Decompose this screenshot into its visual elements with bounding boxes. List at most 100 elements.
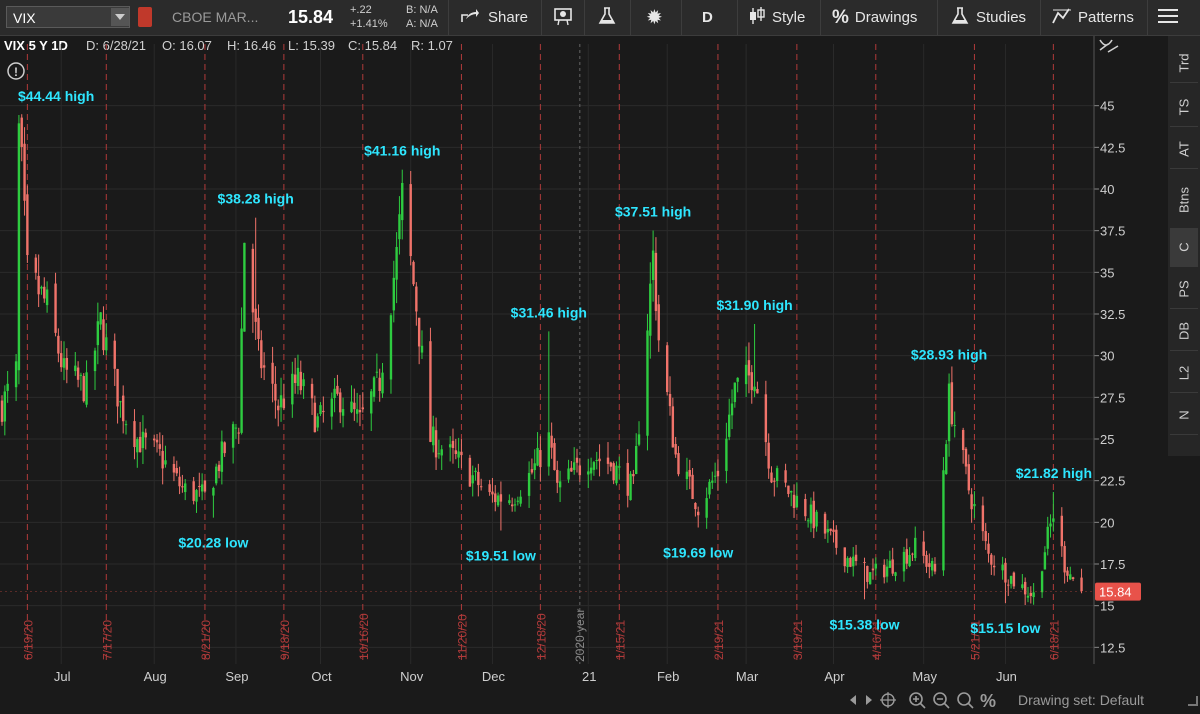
- toolbar-divider: [737, 0, 738, 35]
- symbol-description: CBOE MAR...: [172, 9, 259, 25]
- candle-body: [592, 462, 596, 470]
- x-tick-label: Aug: [144, 669, 167, 684]
- toolbar-divider: [1040, 0, 1041, 35]
- candle-body: [370, 391, 373, 414]
- candle-body: [471, 475, 474, 484]
- candle-body: [257, 317, 260, 340]
- studies-button[interactable]: Studies: [950, 0, 1026, 35]
- aggregation-button[interactable]: D: [702, 0, 713, 35]
- candle-body: [513, 504, 517, 506]
- candle-body: [527, 472, 531, 496]
- candle: [3, 385, 7, 436]
- candle: [457, 437, 460, 469]
- header-date: D: 6/28/21: [86, 38, 146, 53]
- candle: [942, 457, 945, 576]
- candle-body: [736, 377, 739, 382]
- y-tick-label: 17.5: [1100, 557, 1125, 572]
- settings-button[interactable]: ✹: [646, 0, 663, 35]
- candle: [744, 346, 748, 397]
- candle-body: [533, 463, 536, 471]
- flag-button[interactable]: [553, 0, 575, 35]
- flask-button[interactable]: [597, 0, 617, 35]
- right-sidebar: Trd TS AT Btns C PS DB L2 N: [1168, 36, 1200, 456]
- symbol-selector[interactable]: VIX: [6, 6, 130, 28]
- candle: [832, 520, 835, 543]
- candle: [105, 323, 108, 356]
- candle-body: [868, 572, 872, 585]
- sidebar-item-c[interactable]: C: [1170, 228, 1198, 267]
- drawings-button[interactable]: % Drawings: [832, 0, 917, 35]
- candle: [1021, 574, 1024, 590]
- candle: [587, 458, 590, 489]
- candle: [1060, 507, 1064, 557]
- sidebar-item-l2[interactable]: L2: [1170, 354, 1198, 393]
- candle: [536, 432, 539, 467]
- header-open: O: 16.07: [162, 38, 212, 53]
- style-button[interactable]: Style: [748, 0, 805, 35]
- resize-handle-icon[interactable]: [1188, 696, 1198, 706]
- zoom-out-icon[interactable]: [933, 692, 950, 709]
- annotation-low: $15.15 low: [970, 620, 1040, 636]
- flag-icon: [553, 6, 575, 30]
- candle: [558, 470, 562, 503]
- candle: [217, 460, 221, 479]
- sidebar-item-ts[interactable]: TS: [1170, 88, 1198, 127]
- candle: [113, 333, 116, 386]
- zoom-in-icon[interactable]: [909, 692, 926, 709]
- sidebar-item-n[interactable]: N: [1170, 396, 1198, 435]
- candle-body: [1071, 577, 1075, 580]
- candle: [508, 494, 511, 505]
- candle-body: [322, 410, 325, 413]
- candle: [417, 317, 421, 365]
- candle: [20, 114, 23, 162]
- candle-body: [491, 491, 494, 495]
- candle-body: [99, 312, 102, 325]
- candle: [254, 217, 257, 340]
- candle: [257, 304, 260, 351]
- sidebar-item-at[interactable]: AT: [1170, 130, 1198, 169]
- chart-svg[interactable]: VIX 5 Y 1D D: 6/28/21 O: 16.07 H: 16.46 L: 1…: [0, 36, 1168, 692]
- candle-body: [1080, 577, 1083, 592]
- candle-body: [381, 372, 384, 394]
- alert-flag-icon[interactable]: [138, 7, 152, 27]
- candle: [124, 420, 128, 435]
- candle-body: [654, 252, 658, 312]
- candle-body: [1049, 523, 1052, 527]
- chevron-down-icon[interactable]: [111, 8, 129, 26]
- crosshair-icon[interactable]: [880, 692, 896, 708]
- sidebar-item-db[interactable]: DB: [1170, 312, 1198, 351]
- sidebar-item-label: N: [1176, 410, 1192, 420]
- candle-body: [277, 405, 280, 411]
- percent-scale-icon[interactable]: %: [980, 691, 996, 711]
- scroll-right-icon[interactable]: [866, 695, 872, 705]
- alert-icon[interactable]: !: [7, 62, 25, 80]
- candle: [806, 518, 810, 528]
- share-button[interactable]: Share: [460, 0, 528, 35]
- candle: [14, 353, 18, 402]
- candle-body: [922, 541, 925, 556]
- candle-body: [863, 561, 866, 563]
- candle-body: [454, 450, 458, 454]
- sidebar-item-btns[interactable]: Btns: [1170, 172, 1198, 229]
- candle-body: [598, 458, 601, 462]
- menu-button[interactable]: [1157, 0, 1179, 35]
- candle-body: [905, 549, 908, 564]
- percent-change: +1.41%: [350, 18, 388, 30]
- toolbar-divider: [630, 0, 631, 35]
- sidebar-item-trd[interactable]: Trd: [1170, 44, 1198, 83]
- candle-body: [153, 438, 156, 441]
- drawing-set-label[interactable]: Drawing set: Default: [1018, 692, 1144, 708]
- chart-area[interactable]: VIX 5 Y 1D D: 6/28/21 O: 16.07 H: 16.46 L: 1…: [0, 36, 1168, 692]
- scroll-left-icon[interactable]: [850, 695, 856, 705]
- zoom-reset-icon[interactable]: [957, 692, 974, 709]
- annotation-low: $20.28 low: [178, 535, 248, 551]
- candle: [474, 467, 477, 481]
- candle-body: [291, 373, 294, 405]
- candle: [23, 127, 26, 216]
- percent-icon: %: [832, 6, 849, 28]
- draw-tool-icon[interactable]: [1099, 39, 1119, 53]
- candle: [651, 230, 655, 302]
- candle-body: [973, 503, 976, 507]
- sidebar-item-ps[interactable]: PS: [1170, 270, 1198, 309]
- patterns-button[interactable]: Patterns: [1052, 0, 1134, 35]
